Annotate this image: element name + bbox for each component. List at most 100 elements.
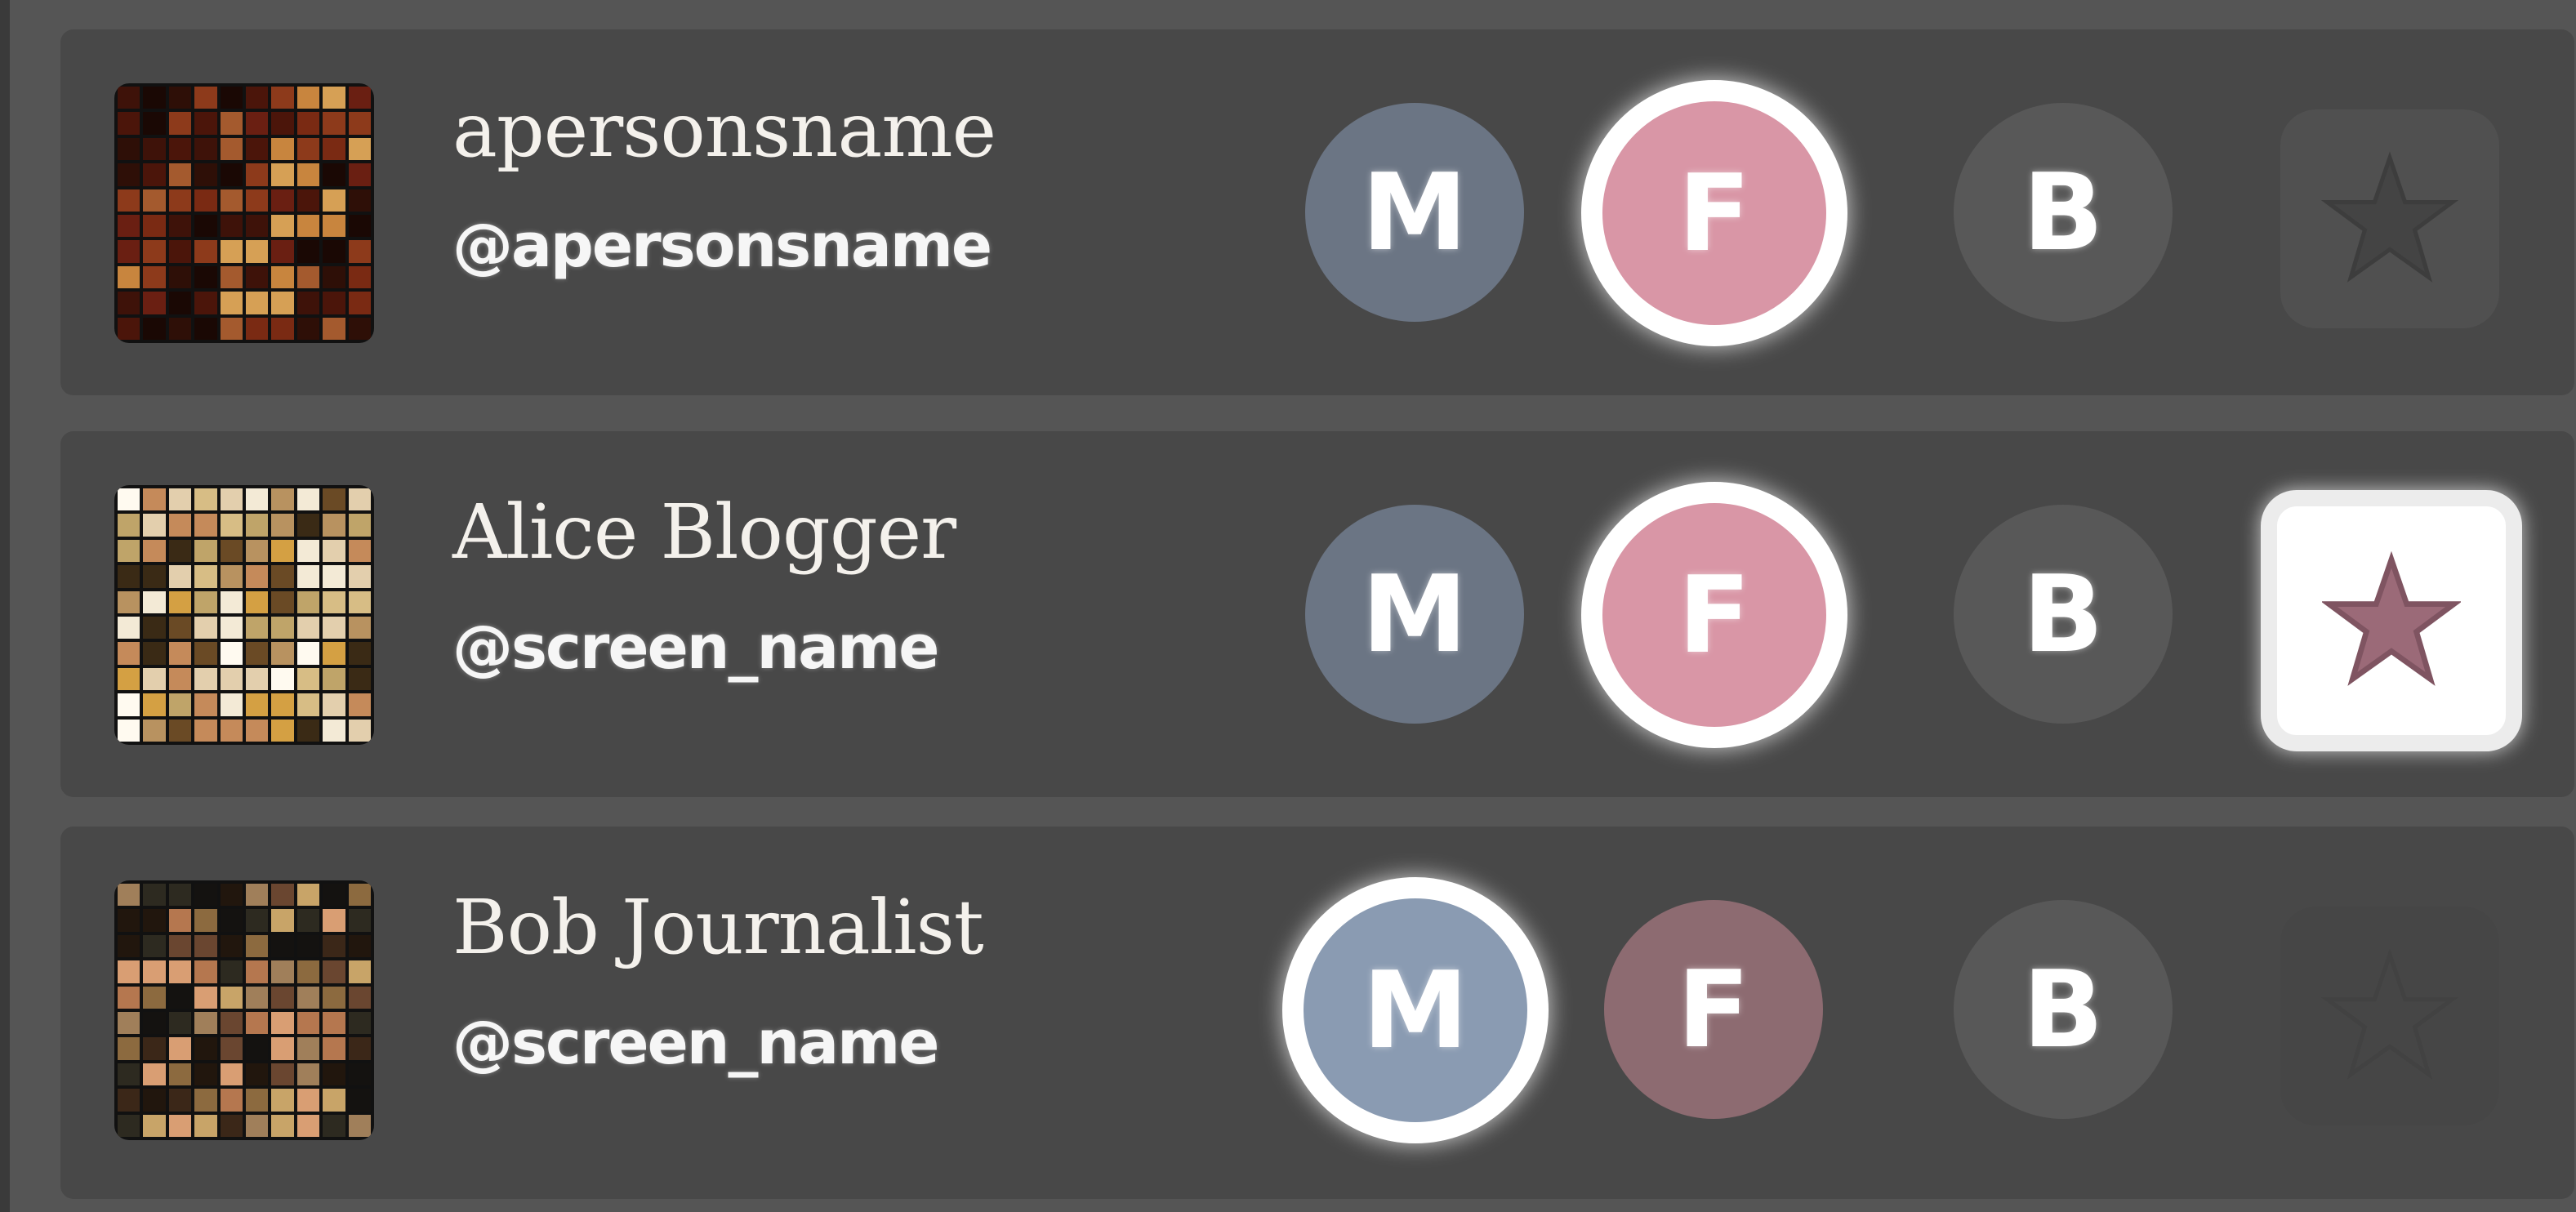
avatar-pixel [348, 265, 371, 289]
avatar-pixel [245, 488, 269, 511]
avatar-pixel [168, 934, 192, 958]
avatar-pixel [296, 87, 320, 109]
avatar-pixel [194, 616, 217, 639]
avatar-pixel [245, 934, 269, 958]
avatar-pixel [296, 616, 320, 639]
avatar-pixel [296, 884, 320, 907]
avatar-pixel [194, 986, 217, 1009]
avatar-pixel [323, 539, 345, 563]
avatar-pixel [296, 1063, 320, 1086]
male-button[interactable]: M [1282, 877, 1549, 1143]
avatar-pixel [348, 292, 371, 314]
avatar-pixel [348, 590, 371, 613]
avatar-pixel [118, 292, 140, 314]
avatar-pixel [296, 488, 320, 511]
avatar-pixel [143, 642, 166, 665]
avatar-pixel [143, 719, 166, 742]
avatar-pixel [323, 642, 345, 665]
avatar-pixel [323, 112, 345, 135]
female-button[interactable]: F [1604, 900, 1823, 1119]
avatar-pixel [323, 1037, 345, 1060]
avatar-pixel [118, 1011, 140, 1035]
avatar-pixel [194, 719, 217, 742]
account-name: Alice Blogger [452, 488, 956, 576]
avatar-pixel [194, 934, 217, 958]
account-row: Bob Journalist @screen_name M F B [60, 827, 2574, 1199]
avatar-pixel [348, 137, 371, 161]
avatar-pixel [323, 616, 345, 639]
avatar-pixel [296, 960, 320, 983]
avatar-pixel [118, 1089, 140, 1112]
avatar-pixel [323, 240, 345, 263]
avatar-pixel [168, 163, 192, 186]
avatar-pixel [245, 1011, 269, 1035]
avatar-pixel [245, 240, 269, 263]
avatar-pixel [143, 590, 166, 613]
avatar-pixel [348, 1063, 371, 1086]
avatar-pixel [296, 163, 320, 186]
avatar-pixel [168, 189, 192, 212]
avatar-pixel [271, 693, 294, 716]
avatar-pixel [271, 1037, 294, 1060]
avatar-pixel [271, 642, 294, 665]
avatar-pixel [271, 909, 294, 932]
female-button[interactable]: F [1581, 482, 1847, 748]
account-name: apersonsname [452, 87, 996, 174]
avatar-pixel [323, 317, 345, 340]
both-button[interactable]: B [1954, 900, 2173, 1119]
avatar-pixel [245, 214, 269, 238]
avatar-pixel [194, 240, 217, 263]
avatar-pixel [323, 1114, 345, 1137]
avatar-pixel [323, 292, 345, 314]
avatar-pixel [323, 137, 345, 161]
avatar-pixel [220, 693, 243, 716]
avatar-pixel [194, 565, 217, 588]
avatar-pixel [194, 488, 217, 511]
avatar-pixel [296, 514, 320, 537]
account-list: apersonsname @apersonsname M F B Alice B… [0, 0, 2576, 1212]
avatar-pixel [118, 265, 140, 289]
avatar-pixel [348, 163, 371, 186]
avatar-pixel [296, 667, 320, 691]
avatar-pixel [323, 214, 345, 238]
favorite-button[interactable] [2261, 490, 2522, 751]
avatar-pixel [194, 189, 217, 212]
avatar-pixel [118, 909, 140, 932]
male-button[interactable]: M [1305, 505, 1524, 724]
avatar-pixel [296, 1114, 320, 1137]
avatar-pixel [323, 488, 345, 511]
avatar-pixel [220, 137, 243, 161]
avatar-pixel [348, 214, 371, 238]
avatar-pixel [220, 1063, 243, 1086]
male-button[interactable]: M [1305, 103, 1524, 322]
avatar-pixel [220, 514, 243, 537]
avatar-pixel [143, 189, 166, 212]
avatar-pixel [271, 292, 294, 314]
account-row: apersonsname @apersonsname M F B [60, 29, 2574, 395]
avatar-pixel [296, 265, 320, 289]
avatar-pixel [348, 189, 371, 212]
avatar-pixel [168, 1114, 192, 1137]
avatar-pixel [220, 960, 243, 983]
avatar-pixel [271, 1063, 294, 1086]
avatar-pixel [245, 693, 269, 716]
female-button[interactable]: F [1581, 80, 1847, 346]
avatar-pixel [143, 909, 166, 932]
avatar-pixel [220, 265, 243, 289]
favorite-button[interactable] [2280, 109, 2499, 328]
avatar-pixel [323, 265, 345, 289]
avatar-pixel [168, 616, 192, 639]
favorite-button[interactable] [2280, 907, 2499, 1125]
avatar-pixel [194, 642, 217, 665]
avatar-pixel [323, 1011, 345, 1035]
both-button[interactable]: B [1954, 505, 2173, 724]
avatar-pixel [245, 1063, 269, 1086]
avatar-pixel [118, 960, 140, 983]
both-button[interactable]: B [1954, 103, 2173, 322]
avatar-pixel [296, 317, 320, 340]
avatar-pixel [323, 1089, 345, 1112]
avatar-pixel [296, 693, 320, 716]
avatar-pixel [194, 960, 217, 983]
avatar-pixel [194, 1089, 217, 1112]
avatar-pixel [245, 642, 269, 665]
